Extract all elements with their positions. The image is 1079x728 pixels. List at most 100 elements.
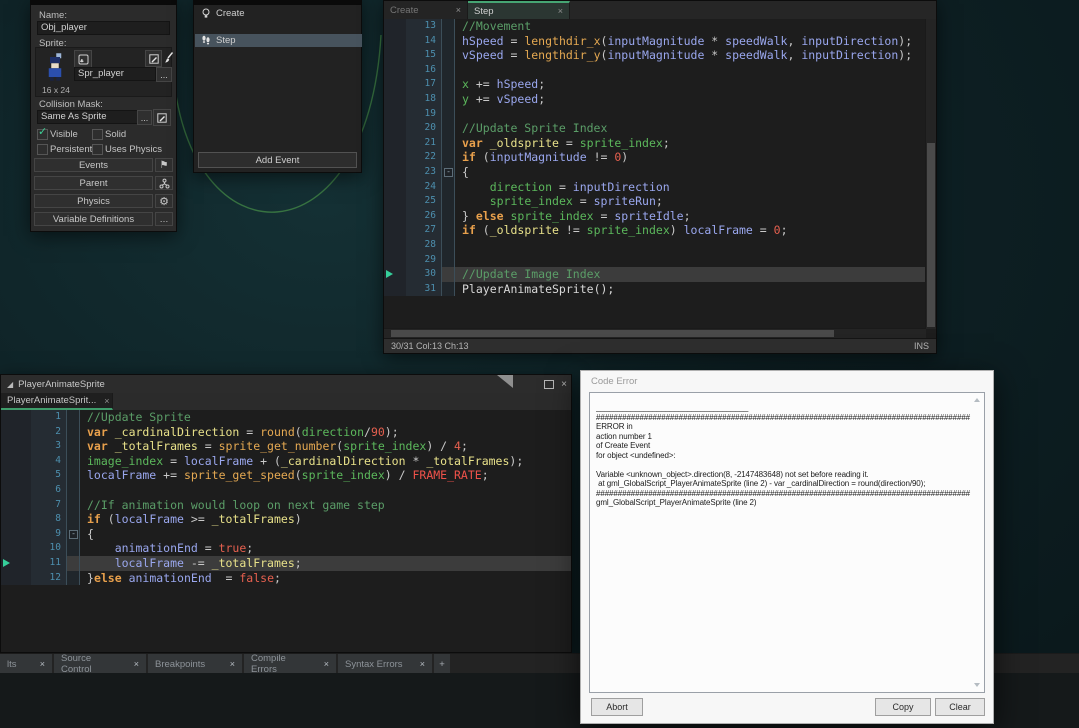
- line-number[interactable]: 10: [31, 541, 66, 556]
- output-tab-source-control[interactable]: Source Control×: [54, 654, 146, 674]
- breakpoint-margin[interactable]: [1, 439, 31, 454]
- events-panel-titlebar[interactable]: [193, 0, 362, 5]
- gear-icon[interactable]: ⚙: [155, 194, 173, 208]
- fold-marker-icon[interactable]: -: [69, 530, 78, 539]
- code-line[interactable]: 12}else animationEnd = false;: [1, 571, 571, 586]
- event-item-create[interactable]: Create: [195, 7, 362, 20]
- line-number[interactable]: 18: [406, 92, 441, 107]
- tab-playeranimatesprite[interactable]: PlayerAnimateSprit... ×: [1, 393, 113, 410]
- line-number[interactable]: 14: [406, 34, 441, 49]
- parent-icon[interactable]: [155, 176, 173, 190]
- line-number[interactable]: 16: [406, 63, 441, 78]
- event-item-step[interactable]: Step: [195, 34, 362, 47]
- line-number[interactable]: 24: [406, 180, 441, 195]
- breakpoint-margin[interactable]: [1, 454, 31, 469]
- code-line[interactable]: 3var _totalFrames = sprite_get_number(sp…: [1, 439, 571, 454]
- output-tab-breakpoints[interactable]: Breakpoints×: [148, 654, 242, 674]
- breakpoint-margin[interactable]: [1, 410, 31, 425]
- fold-marker-icon[interactable]: -: [444, 168, 453, 177]
- line-number[interactable]: 8: [31, 512, 66, 527]
- scrollbar-thumb[interactable]: [391, 330, 834, 337]
- physics-button[interactable]: Physics: [34, 194, 153, 208]
- line-number[interactable]: 22: [406, 150, 441, 165]
- paint-sprite-button[interactable]: [162, 50, 175, 65]
- line-number[interactable]: 11: [31, 556, 66, 571]
- code-line[interactable]: 11 localFrame -= _totalFrames;: [1, 556, 571, 571]
- scrollbar-thumb[interactable]: [927, 143, 935, 327]
- sprite-name-input[interactable]: Spr_player: [74, 67, 156, 81]
- code-line[interactable]: 6: [1, 483, 571, 498]
- code-line[interactable]: 21var _oldsprite = sprite_index;: [384, 136, 926, 151]
- maximize-icon[interactable]: [544, 380, 554, 389]
- breakpoint-margin[interactable]: [384, 136, 406, 151]
- checkbox-uses-physics[interactable]: [92, 144, 103, 155]
- code-line[interactable]: 17x += hSpeed;: [384, 77, 926, 92]
- breakpoint-margin[interactable]: [1, 425, 31, 440]
- script-code-area[interactable]: 1//Update Sprite2var _cardinalDirection …: [1, 410, 571, 652]
- code-line[interactable]: 1//Update Sprite: [1, 410, 571, 425]
- line-number[interactable]: 21: [406, 136, 441, 151]
- breakpoint-margin[interactable]: [384, 92, 406, 107]
- checkbox-visible[interactable]: ✓: [37, 129, 48, 140]
- close-icon[interactable]: ×: [40, 659, 45, 669]
- close-icon[interactable]: ×: [456, 5, 461, 15]
- line-number[interactable]: 7: [31, 498, 66, 513]
- breakpoint-margin[interactable]: [384, 209, 406, 224]
- code-line[interactable]: 20//Update Sprite Index: [384, 121, 926, 136]
- script-window-titlebar[interactable]: ◢ PlayerAnimateSprite ×: [1, 375, 571, 394]
- breakpoint-margin[interactable]: [384, 34, 406, 49]
- choose-sprite-button[interactable]: [74, 50, 92, 68]
- code-line[interactable]: 15vSpeed = lengthdir_y(inputMagnitude * …: [384, 48, 926, 63]
- line-number[interactable]: 3: [31, 439, 66, 454]
- line-number[interactable]: 17: [406, 77, 441, 92]
- collision-edit-button[interactable]: [153, 109, 171, 126]
- line-number[interactable]: 28: [406, 238, 441, 253]
- collision-more-button[interactable]: ...: [137, 110, 152, 125]
- output-tab-syntax-errors[interactable]: Syntax Errors×: [338, 654, 432, 674]
- step-code-area[interactable]: 13//Movement14hSpeed = lengthdir_x(input…: [384, 19, 926, 329]
- breakpoint-margin[interactable]: [1, 541, 31, 556]
- variable-definitions-button[interactable]: Variable Definitions: [34, 212, 153, 226]
- code-line[interactable]: 9-{: [1, 527, 571, 542]
- breakpoint-margin[interactable]: [384, 238, 406, 253]
- breakpoint-margin[interactable]: [1, 556, 31, 571]
- add-output-tab-button[interactable]: +: [434, 654, 450, 674]
- breakpoint-margin[interactable]: [1, 468, 31, 483]
- scroll-up-icon[interactable]: [974, 398, 980, 402]
- code-line[interactable]: 26} else sprite_index = spriteIdle;: [384, 209, 926, 224]
- code-line[interactable]: 25 sprite_index = spriteRun;: [384, 194, 926, 209]
- breakpoint-margin[interactable]: [384, 107, 406, 122]
- code-line[interactable]: 19: [384, 107, 926, 122]
- tab-step[interactable]: Step ×: [468, 1, 570, 19]
- code-line[interactable]: 31PlayerAnimateSprite();: [384, 282, 926, 297]
- code-line[interactable]: 22if (inputMagnitude != 0): [384, 150, 926, 165]
- sprite-more-button[interactable]: ...: [156, 67, 172, 82]
- breakpoint-margin[interactable]: [384, 223, 406, 238]
- line-number[interactable]: 25: [406, 194, 441, 209]
- collision-mask-select[interactable]: Same As Sprite: [37, 110, 141, 124]
- line-number[interactable]: 23: [406, 165, 441, 180]
- line-number[interactable]: 2: [31, 425, 66, 440]
- code-line[interactable]: 7//If animation would loop on next game …: [1, 498, 571, 513]
- breakpoint-margin[interactable]: [1, 512, 31, 527]
- code-line[interactable]: 14hSpeed = lengthdir_x(inputMagnitude * …: [384, 34, 926, 49]
- close-icon[interactable]: ×: [420, 659, 425, 669]
- line-number[interactable]: 30: [406, 267, 441, 282]
- code-line[interactable]: 10 animationEnd = true;: [1, 541, 571, 556]
- line-number[interactable]: 20: [406, 121, 441, 136]
- vertical-scrollbar[interactable]: [925, 19, 936, 329]
- breakpoint-margin[interactable]: [384, 282, 406, 297]
- breakpoint-margin[interactable]: [384, 19, 406, 34]
- breakpoint-margin[interactable]: [1, 527, 31, 542]
- code-line[interactable]: 24 direction = inputDirection: [384, 180, 926, 195]
- checkbox-persistent[interactable]: [37, 144, 48, 155]
- breakpoint-margin[interactable]: [384, 63, 406, 78]
- sprite-preview[interactable]: [44, 52, 66, 82]
- line-number[interactable]: 15: [406, 48, 441, 63]
- breakpoint-margin[interactable]: [384, 180, 406, 195]
- clear-button[interactable]: Clear: [935, 698, 985, 716]
- parent-button[interactable]: Parent: [34, 176, 153, 190]
- close-icon[interactable]: ×: [230, 659, 235, 669]
- code-line[interactable]: 16: [384, 63, 926, 78]
- line-number[interactable]: 29: [406, 253, 441, 268]
